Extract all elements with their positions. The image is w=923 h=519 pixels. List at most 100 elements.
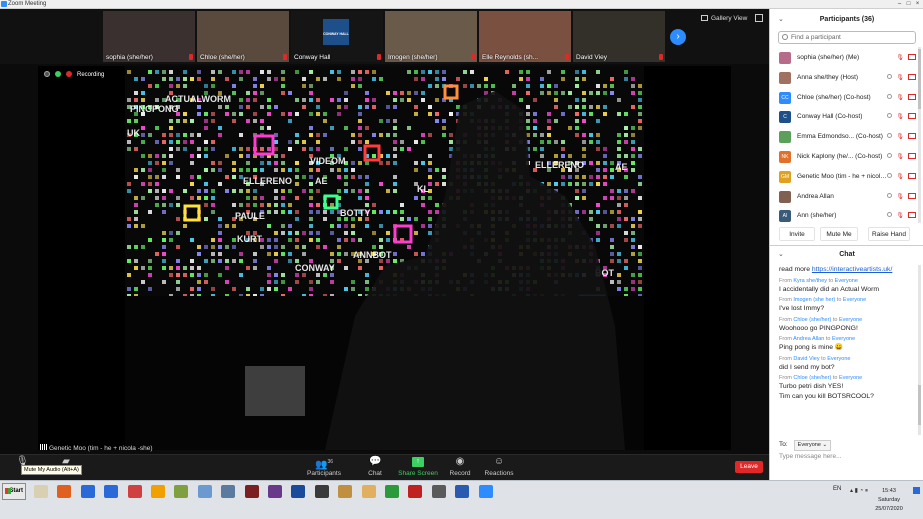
language-indicator[interactable]: EN xyxy=(833,486,841,492)
info-icon[interactable] xyxy=(44,71,50,77)
video-button[interactable]: ▰ xyxy=(46,457,86,470)
taskbar-app-icon[interactable] xyxy=(476,482,496,501)
participant-thumbnail[interactable]: CONWAY HALL Conway Hall xyxy=(291,11,383,62)
thumbnail-name: Imogen (she/her) xyxy=(388,54,438,61)
taskbar-app-icon[interactable] xyxy=(195,482,215,501)
taskbar-app-icon[interactable] xyxy=(452,482,472,501)
taskbar-app-icon[interactable] xyxy=(265,482,285,501)
taskbar-app-icon[interactable] xyxy=(242,482,262,501)
participant-search-input[interactable]: Find a participant xyxy=(778,31,916,44)
chat-line: Tim can you kill BOTSRCOOL? xyxy=(779,392,874,400)
chat-message: From Kyra she/they to Everyone I accident… xyxy=(779,277,917,295)
participant-thumbnail[interactable]: David Viey xyxy=(573,11,665,62)
minimize-button[interactable]: – xyxy=(896,0,903,9)
taskbar-app-icon[interactable] xyxy=(359,482,379,501)
mute-me-button[interactable]: Mute Me xyxy=(820,227,858,241)
taskbar-app-icon[interactable] xyxy=(288,482,308,501)
taskbar-app-icon[interactable] xyxy=(335,482,355,501)
chevron-down-icon[interactable]: ⌄ xyxy=(778,11,784,29)
participant-row[interactable]: CC Chloe (she/her) (Co-host) 🎙 xyxy=(770,88,923,108)
taskbar-app-icon[interactable] xyxy=(382,482,402,501)
participant-row[interactable]: NK Nick Kaplony (he/... (Co-host) 🎙 xyxy=(770,147,923,167)
reactions-button[interactable]: ☺ Reactions xyxy=(479,457,519,478)
chat-line: read more xyxy=(779,266,812,273)
taskbar-app-icon[interactable] xyxy=(78,482,98,501)
participant-scrollbar[interactable] xyxy=(918,47,921,223)
tray-icons[interactable]: ▴ ▮ ◔ ⏸ xyxy=(850,487,868,495)
system-clock[interactable]: 15:43 Saturday 25/07/2020 xyxy=(869,487,909,514)
gallery-view-button[interactable]: Gallery View xyxy=(701,13,747,25)
taskbar-app-icon[interactable] xyxy=(125,482,145,501)
participant-row[interactable]: sophia (she/her) (Me) 🎙 xyxy=(770,48,923,68)
close-button[interactable]: × xyxy=(914,0,921,9)
chat-text: Turbo petri dish YES! xyxy=(779,382,917,392)
taskbar-app-icon[interactable] xyxy=(101,482,121,501)
participant-name: Chloe (she/her) (Co-host) xyxy=(797,93,871,101)
chat-message: From Andrea Allan to Everyone Ping pong i… xyxy=(779,335,917,353)
leave-button[interactable]: Leave xyxy=(735,461,763,473)
thumbnail-name: Conway Hall xyxy=(294,54,331,61)
chat-link[interactable]: https://interactiveartists.uk/ xyxy=(812,266,892,273)
chat-message: From Imogen (she her) to Everyone I've lo… xyxy=(779,296,917,314)
taskbar-app-icon[interactable] xyxy=(148,482,168,501)
taskbar-app-icon[interactable] xyxy=(171,482,191,501)
scene-word: KURT xyxy=(237,234,262,244)
video-off-icon xyxy=(908,192,916,199)
muted-mic-icon: 🎙 xyxy=(896,193,904,200)
signal-icon xyxy=(40,444,47,450)
participant-row[interactable]: Anna she/they (Host) 🎙 xyxy=(770,68,923,88)
muted-mic-icon: 🎙 xyxy=(896,213,904,220)
recipient-select[interactable]: Everyone ⌄ xyxy=(793,440,832,451)
fullscreen-icon[interactable] xyxy=(755,14,763,22)
scene-word: KL xyxy=(417,184,429,194)
participant-row[interactable]: Andrea Allan 🎙 xyxy=(770,187,923,207)
participant-thumbnail[interactable]: Elle Reynolds (sh... xyxy=(479,11,571,62)
taskbar-app-icon[interactable] xyxy=(218,482,238,501)
muted-mic-icon: 🎙 xyxy=(896,74,904,81)
gallery-view-label: Gallery View xyxy=(711,15,748,22)
chevron-down-icon[interactable]: ⌄ xyxy=(778,246,784,264)
chat-sender: From Andrea Allan to Everyone xyxy=(779,335,917,343)
taskbar-app-icon[interactable] xyxy=(31,482,51,501)
taskbar-app-icon[interactable] xyxy=(429,482,449,501)
participant-name: Nick Kaplony (he/... (Co-host) xyxy=(797,152,883,160)
participant-row[interactable]: Emma Edmondso... (Co-host) 🎙 xyxy=(770,127,923,147)
chat-text: I've lost Immy? xyxy=(779,304,917,314)
participant-row[interactable]: AI Ann (she/her) 🎙 xyxy=(770,206,923,226)
participants-button[interactable]: 👥36 Participants xyxy=(302,457,346,477)
participant-name: Emma Edmondso... (Co-host) xyxy=(797,133,883,141)
hand-icon xyxy=(887,212,893,218)
participant-row[interactable]: C Conway Hall (Co-host) 🎙 xyxy=(770,107,923,127)
video-off-icon xyxy=(908,113,916,120)
record-button[interactable]: ◉ Record xyxy=(440,457,480,478)
windows-taskbar: Start EN ▴ ▮ ◔ ⏸ 15:43 Saturday 25/07/20… xyxy=(0,480,923,519)
taskbar-app-icon[interactable] xyxy=(54,482,74,501)
scene-word: BOTTY xyxy=(340,208,371,218)
notification-icon[interactable] xyxy=(913,487,920,494)
chat-message-input[interactable]: Type message here... xyxy=(779,453,842,460)
chat-text: Tim can you kill BOTSRCOOL? xyxy=(779,392,917,402)
chat-scrollbar[interactable] xyxy=(918,265,921,435)
raise-hand-button[interactable]: Raise Hand xyxy=(868,227,910,241)
participant-thumbnail[interactable]: Imogen (she/her) xyxy=(385,11,477,62)
speaker-video-frame: ACTUALWORM PINGPONG UK VIDEOM ELLERENO AE KL BO… xyxy=(125,66,644,450)
chat-sender: From David Viey to Everyone xyxy=(779,355,917,363)
encryption-shield-icon[interactable] xyxy=(55,71,61,77)
invite-button[interactable]: Invite xyxy=(779,227,815,241)
chat-message: From David Viey to Everyone did I send my… xyxy=(779,355,917,373)
taskbar-app-icon[interactable] xyxy=(405,482,425,501)
start-button[interactable]: Start xyxy=(2,483,26,500)
participant-status-icons: 🎙 xyxy=(887,93,916,102)
chat-button[interactable]: 💬 Chat xyxy=(355,457,395,478)
share-screen-button[interactable]: ↑ Share Screen xyxy=(396,457,440,477)
participants-icon: 👥36 xyxy=(314,459,333,471)
participant-thumbnail[interactable]: Chloe (she/her) xyxy=(197,11,289,62)
taskbar-app-icon[interactable] xyxy=(312,482,332,501)
recipient-name: Everyone xyxy=(842,297,867,303)
avatar: CC xyxy=(779,91,791,104)
next-page-arrow-icon[interactable]: › xyxy=(670,29,686,45)
maximize-button[interactable]: □ xyxy=(905,0,912,9)
zoom-screen: Zoom Meeting – □ × sophia (she/her) Chloe… xyxy=(0,0,923,519)
participant-row[interactable]: GM Genetic Moo (tim - he + nicola ... 🎙 xyxy=(770,167,923,187)
participant-thumbnail[interactable]: sophia (she/her) xyxy=(103,11,195,62)
